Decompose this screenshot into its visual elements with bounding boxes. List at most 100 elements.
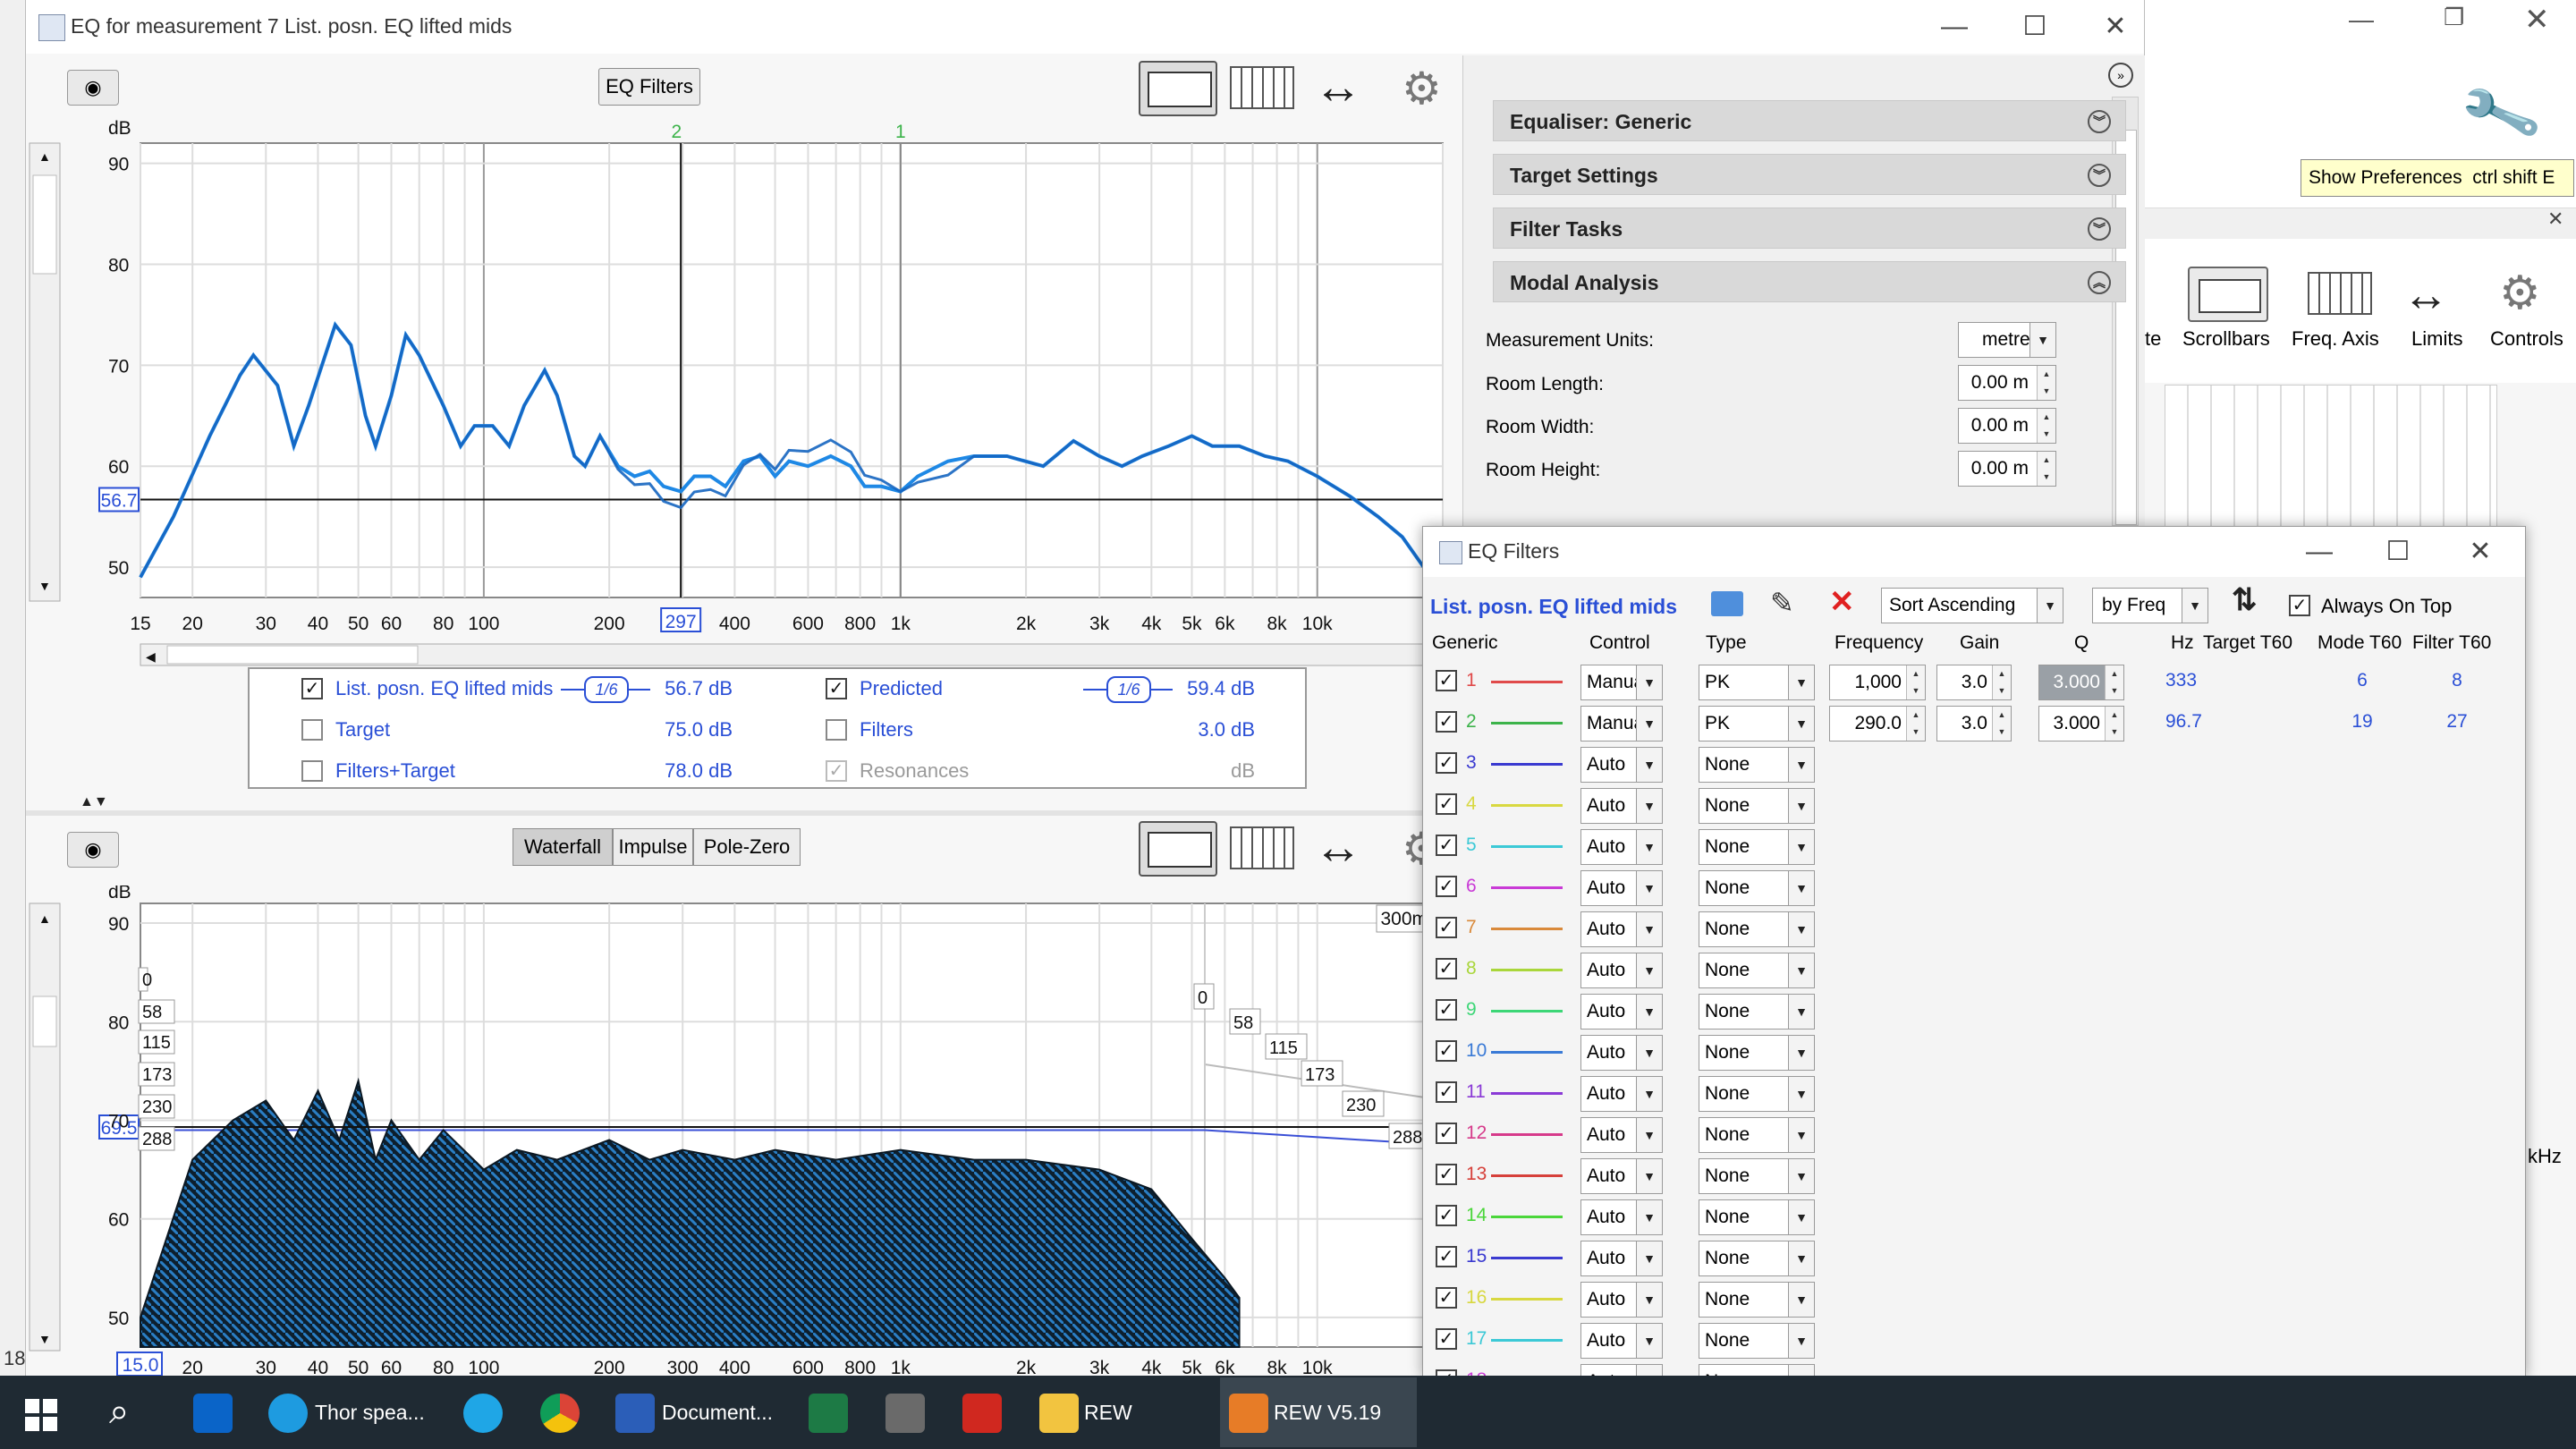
freq-axis-icon-bottom[interactable] <box>1230 826 1294 869</box>
filter-type-select[interactable]: None ▼ <box>1699 1035 1815 1071</box>
folder-icon[interactable] <box>1039 1394 1079 1433</box>
filter-type-select[interactable]: None ▼ <box>1699 953 1815 988</box>
filter-enable-checkbox[interactable]: ✓ <box>1436 793 1457 815</box>
filter-enable-checkbox[interactable]: ✓ <box>1436 835 1457 856</box>
chevron-down-icon[interactable]: ▼ <box>1788 706 1815 741</box>
filter-enable-checkbox[interactable]: ✓ <box>1436 1287 1457 1309</box>
filter-control-select[interactable]: Auto ▼ <box>1580 1117 1663 1153</box>
panel-equaliser-generic[interactable]: Equaliser: Generic ︾ <box>1493 100 2126 141</box>
calculator-icon[interactable] <box>886 1394 925 1433</box>
filter-type-select[interactable]: None ▼ <box>1699 1323 1815 1359</box>
chevron-down-icon[interactable]: ▼ <box>1788 1076 1815 1112</box>
filter-type-select[interactable]: None ▼ <box>1699 1117 1815 1153</box>
spinner-icon[interactable]: ▲ ▼ <box>1992 665 2011 699</box>
taskbar-edge-label[interactable]: Thor spea... <box>315 1401 425 1425</box>
filter-enable-checkbox[interactable]: ✓ <box>1436 958 1457 979</box>
filter-control-select[interactable]: Auto ▼ <box>1580 1076 1663 1112</box>
filter-type-select[interactable]: None ▼ <box>1699 994 1815 1030</box>
minimize-button[interactable]: — <box>1913 0 1996 54</box>
chevron-down-icon[interactable]: ▼ <box>2029 322 2056 358</box>
sort-by-select[interactable]: by Freq ▼ <box>2092 588 2208 623</box>
splitter-arrows-icon[interactable]: ▲▼ <box>80 794 108 810</box>
controls-gear-icon[interactable]: ⚙ <box>2499 267 2541 320</box>
filter-type-select[interactable]: None ▼ <box>1699 788 1815 824</box>
sort-direction-icon[interactable]: ⇅ <box>2232 582 2258 618</box>
filter-enable-checkbox[interactable]: ✓ <box>1436 1246 1457 1267</box>
chevron-down-icon[interactable]: ▼ <box>1788 1323 1815 1359</box>
filter-control-select[interactable]: Auto ▼ <box>1580 953 1663 988</box>
legend-checkbox[interactable] <box>301 760 323 782</box>
waterfall-chart[interactable]: 69.5300ms058115173230288058115173230288d… <box>26 886 1466 1376</box>
chevron-down-icon[interactable]: ▼ <box>1788 1282 1815 1318</box>
chevron-down-icon[interactable]: ▼ <box>1788 1241 1815 1276</box>
filter-enable-checkbox[interactable]: ✓ <box>1436 670 1457 691</box>
units-select[interactable]: metres ▼ <box>1958 322 2056 358</box>
filter-enable-checkbox[interactable]: ✓ <box>1436 917 1457 938</box>
filter-control-select[interactable]: Auto ▼ <box>1580 870 1663 906</box>
filter-control-select[interactable]: Auto ▼ <box>1580 829 1663 865</box>
filter-enable-checkbox[interactable]: ✓ <box>1436 1081 1457 1103</box>
filter-type-select[interactable]: None ▼ <box>1699 870 1815 906</box>
filter-control-select[interactable]: Auto ▼ <box>1580 994 1663 1030</box>
chevron-down-icon[interactable]: ▼ <box>1788 953 1815 988</box>
filter-enable-checkbox[interactable]: ✓ <box>1436 876 1457 897</box>
top-frequency-chart[interactable]: dB 90 80 70 60 50 15 20 30 40 50 60 80 100 200 297 400 60… <box>26 107 1466 680</box>
chevron-down-icon[interactable]: ▼ <box>1788 1199 1815 1235</box>
filter-q-field[interactable]: 3.000 ▲ ▼ <box>2038 706 2124 741</box>
eq-filters-close-button[interactable]: ✕ <box>2439 527 2521 577</box>
chevron-down-icon[interactable]: ▼ <box>1636 1158 1663 1194</box>
spinner-icon[interactable]: ▲ ▼ <box>1992 707 2011 741</box>
maximize-button[interactable]: ☐ <box>1994 0 2076 54</box>
chevron-down-icon[interactable]: ▼ <box>1636 747 1663 783</box>
chevron-down-icon[interactable]: ▼ <box>1636 911 1663 947</box>
measurement-name[interactable]: List. posn. EQ lifted mids <box>1430 595 1677 619</box>
splitter[interactable] <box>26 810 1468 816</box>
chevron-down-icon[interactable]: ▼ <box>1636 1199 1663 1235</box>
chevron-down-icon[interactable]: ▼ <box>1636 1282 1663 1318</box>
filter-control-select[interactable]: Manual ▼ <box>1580 665 1663 700</box>
acrobat-icon[interactable] <box>962 1394 1002 1433</box>
filter-type-select[interactable]: None ▼ <box>1699 1241 1815 1276</box>
chevron-down-icon[interactable]: ▼ <box>1636 829 1663 865</box>
filter-enable-checkbox[interactable]: ✓ <box>1436 1164 1457 1185</box>
legend-checkbox[interactable] <box>301 719 323 741</box>
filter-gain-field[interactable]: 3.0 ▲ ▼ <box>1936 706 2012 741</box>
chevron-down-icon[interactable]: ▼ <box>1788 1035 1815 1071</box>
tab-waterfall[interactable]: Waterfall <box>513 828 613 866</box>
search-icon[interactable]: ⌕ <box>109 1392 129 1432</box>
close-button[interactable]: ✕ <box>2074 0 2157 54</box>
chevron-down-icon[interactable]: ▼ <box>1636 706 1663 741</box>
filter-enable-checkbox[interactable]: ✓ <box>1436 711 1457 733</box>
filter-control-select[interactable]: Auto ▼ <box>1580 1158 1663 1194</box>
filter-frequency-field[interactable]: 290.0 ▲ ▼ <box>1829 706 1926 741</box>
freq-axis-icon[interactable] <box>2308 272 2372 315</box>
filter-control-select[interactable]: Auto ▼ <box>1580 1241 1663 1276</box>
chevron-down-icon[interactable]: ▼ <box>1636 1323 1663 1359</box>
filter-control-select[interactable]: Auto ▼ <box>1580 1035 1663 1071</box>
spinner-icon[interactable]: ▲ ▼ <box>2037 409 2055 443</box>
outlook-icon[interactable] <box>193 1394 233 1433</box>
filter-type-select[interactable]: None ▼ <box>1699 1158 1815 1194</box>
filter-control-select[interactable]: Auto ▼ <box>1580 1282 1663 1318</box>
word-icon[interactable] <box>615 1394 655 1433</box>
sort-order-select[interactable]: Sort Ascending ▼ <box>1881 588 2063 623</box>
tab-impulse[interactable]: Impulse <box>613 828 693 866</box>
internet-explorer-icon[interactable] <box>463 1394 503 1433</box>
delete-filters-icon[interactable]: ✕ <box>1829 584 1855 620</box>
filter-enable-checkbox[interactable]: ✓ <box>1436 752 1457 774</box>
excel-icon[interactable] <box>809 1394 848 1433</box>
folder-open-icon[interactable] <box>1711 591 1743 616</box>
spinner-icon[interactable]: ▲ ▼ <box>2105 665 2123 699</box>
chevron-down-icon[interactable]: ▼ <box>1788 829 1815 865</box>
filter-gain-field[interactable]: 3.0 ▲ ▼ <box>1936 665 2012 700</box>
taskbar-word-label[interactable]: Document... <box>662 1401 773 1425</box>
panel-target-settings[interactable]: Target Settings ︾ <box>1493 154 2126 195</box>
room-length-field[interactable]: 0.00 m ▲ ▼ <box>1958 365 2056 401</box>
spinner-icon[interactable]: ▲ ▼ <box>2105 707 2123 741</box>
spinner-icon[interactable]: ▲ ▼ <box>1906 707 1925 741</box>
filter-type-select[interactable]: None ▼ <box>1699 1199 1815 1235</box>
room-height-field[interactable]: 0.00 m ▲ ▼ <box>1958 451 2056 487</box>
spinner-icon[interactable]: ▲ ▼ <box>2037 452 2055 486</box>
always-on-top-checkbox[interactable]: ✓ <box>2289 595 2310 616</box>
filter-control-select[interactable]: Auto ▼ <box>1580 911 1663 947</box>
